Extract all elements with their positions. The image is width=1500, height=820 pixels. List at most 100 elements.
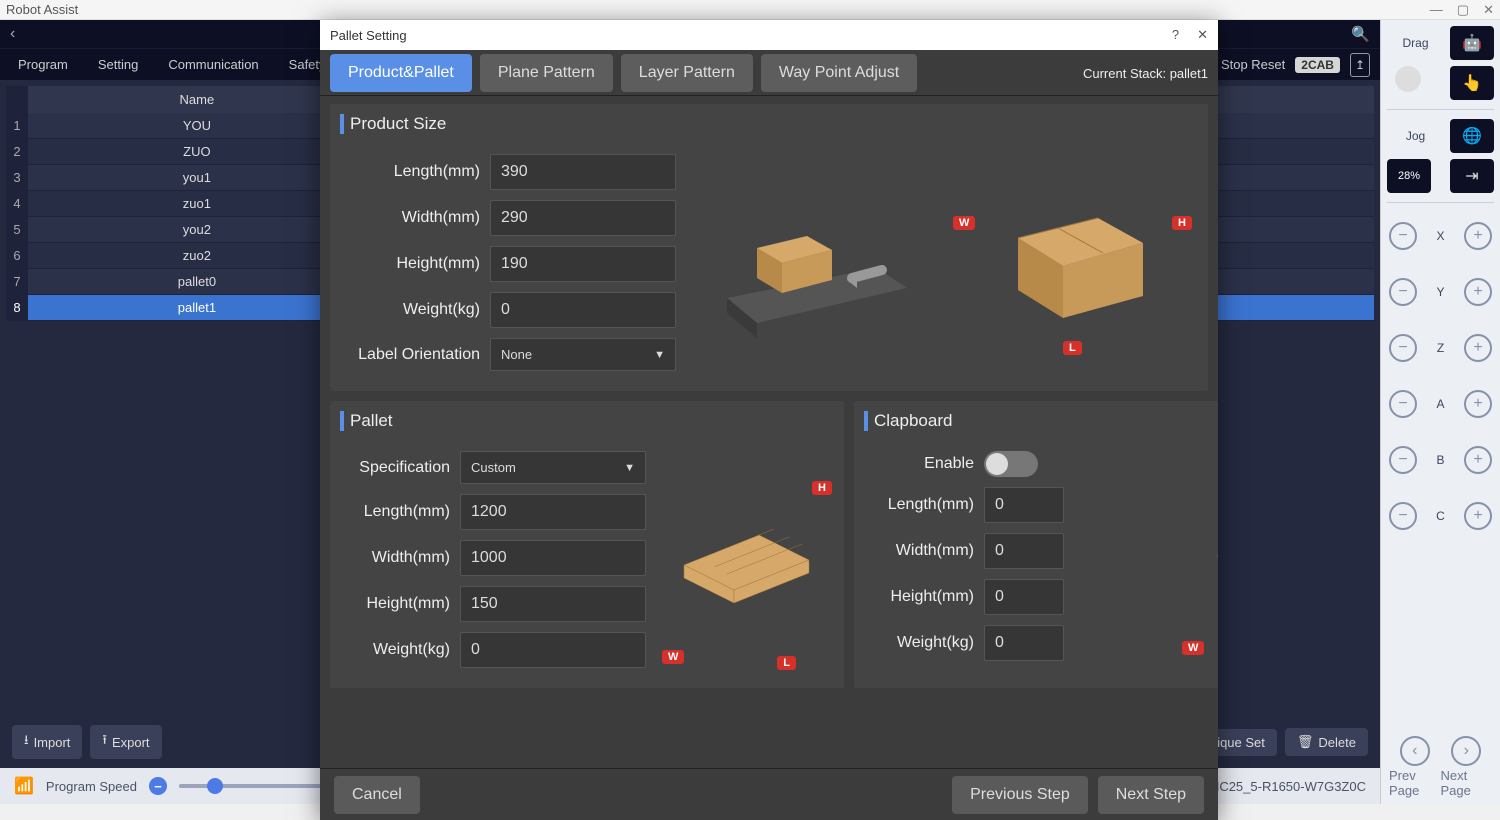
os-minimize[interactable]: —	[1430, 2, 1443, 18]
modal-titlebar: Pallet Setting ? ✕	[320, 20, 1218, 50]
robot-icon[interactable]: 🤖	[1450, 26, 1494, 60]
axis-minus-button[interactable]: −	[1389, 446, 1417, 474]
product-height-input[interactable]	[490, 246, 676, 282]
tab-way-point-adjust[interactable]: Way Point Adjust	[761, 54, 917, 92]
menu-item-communication[interactable]: Communication	[160, 53, 266, 76]
pallet-spec-select[interactable]: Custom▼	[460, 451, 646, 484]
touch-icon[interactable]: 👆	[1450, 66, 1494, 100]
axis-minus-button[interactable]: −	[1389, 334, 1417, 362]
axis-label: Z	[1437, 341, 1444, 355]
tab-product-pallet[interactable]: Product&Pallet	[330, 54, 472, 92]
clapboard-height-input[interactable]	[984, 579, 1064, 615]
axis-plus-button[interactable]: +	[1464, 222, 1492, 250]
product-weight-input[interactable]	[490, 292, 676, 328]
axis-label: C	[1436, 509, 1445, 523]
conveyor-illustration	[686, 144, 937, 381]
chevron-down-icon: ▼	[624, 462, 635, 474]
drag-label: Drag	[1387, 26, 1444, 60]
axis-plus-button[interactable]: +	[1464, 390, 1492, 418]
modal-help-button[interactable]: ?	[1172, 27, 1179, 43]
tab-layer-pattern[interactable]: Layer Pattern	[621, 54, 753, 92]
pallet-panel: Pallet Specification Custom▼ Length(mm) …	[330, 401, 844, 688]
clapboard-enable-toggle[interactable]	[984, 451, 1038, 477]
speed-slider-thumb[interactable]	[207, 778, 223, 794]
export-button[interactable]: ⭱ Export	[90, 725, 161, 759]
axis-row-b: − B +	[1387, 442, 1494, 478]
axis-plus-button[interactable]: +	[1464, 446, 1492, 474]
label-orientation-select[interactable]: None▼	[490, 338, 676, 371]
clapboard-title: Clapboard	[864, 411, 1218, 431]
os-close[interactable]: ✕	[1483, 2, 1494, 18]
axis-plus-button[interactable]: +	[1464, 278, 1492, 306]
axis-minus-button[interactable]: −	[1389, 278, 1417, 306]
menu-item-program[interactable]: Program	[10, 53, 76, 76]
prev-page-button[interactable]: ‹Prev Page	[1389, 736, 1441, 798]
axis-row-z: − Z +	[1387, 330, 1494, 366]
axis-row-x: − X +	[1387, 218, 1494, 254]
back-button[interactable]: ‹	[10, 25, 15, 43]
axis-minus-button[interactable]: −	[1389, 390, 1417, 418]
os-title: Robot Assist	[6, 2, 78, 17]
chevron-down-icon: ▼	[654, 349, 665, 361]
product-size-panel: Product Size Length(mm) Width(mm) Height…	[330, 104, 1208, 391]
wifi-icon[interactable]: 📶	[14, 776, 34, 796]
speed-slider[interactable]	[179, 784, 339, 788]
import-button[interactable]: ⭳ Import	[12, 725, 82, 759]
clapboard-illustration: H W L	[1178, 441, 1218, 671]
axis-row-c: − C +	[1387, 498, 1494, 534]
axis-row-y: − Y +	[1387, 274, 1494, 310]
pallet-illustration: H W L	[654, 441, 834, 678]
clapboard-width-input[interactable]	[984, 533, 1064, 569]
table-header[interactable]: Name	[28, 86, 366, 113]
modal-close-button[interactable]: ✕	[1197, 27, 1208, 43]
export-box-icon[interactable]: ↥	[1350, 53, 1370, 77]
pallet-setting-modal: Pallet Setting ? ✕ Product&PalletPlane P…	[320, 20, 1218, 820]
speed-decrease-button[interactable]: −	[149, 777, 167, 795]
l-tag: L	[777, 656, 796, 670]
h-tag: H	[1172, 216, 1192, 230]
next-page-button[interactable]: ›Next Page	[1441, 736, 1493, 798]
product-length-input[interactable]	[490, 154, 676, 190]
delete-button[interactable]: 🗑 Delete	[1285, 728, 1368, 756]
globe-icon[interactable]: 🌐	[1450, 119, 1494, 153]
cancel-button[interactable]: Cancel	[334, 776, 420, 814]
next-step-button[interactable]: Next Step	[1098, 776, 1204, 814]
clapboard-panel: Clapboard Enable Length(mm) Width(mm) He…	[854, 401, 1218, 688]
pallet-weight-input[interactable]	[460, 632, 646, 668]
jog-panel: Drag 🤖 👆 Jog 🌐 28% ⇥ −X+−Y+−Z+−A+−B+−C+ …	[1380, 20, 1500, 804]
speed-label: Program Speed	[46, 779, 137, 794]
axis-row-a: − A +	[1387, 386, 1494, 422]
pallet-height-input[interactable]	[460, 586, 646, 622]
menu-item-setting[interactable]: Setting	[90, 53, 146, 76]
h-tag: H	[812, 481, 832, 495]
axis-minus-button[interactable]: −	[1389, 502, 1417, 530]
current-stack-label: Current Stack: pallet1	[1083, 63, 1208, 83]
l-tag: L	[1063, 341, 1082, 355]
axis-label: A	[1436, 397, 1444, 411]
w-tag: W	[953, 216, 975, 230]
clapboard-weight-input[interactable]	[984, 625, 1064, 661]
pallet-width-input[interactable]	[460, 540, 646, 576]
modal-title: Pallet Setting	[330, 28, 407, 43]
tag-indicator[interactable]: 2CAB	[1295, 57, 1340, 73]
search-icon[interactable]: 🔍	[1351, 25, 1370, 43]
os-titlebar: Robot Assist — ▢ ✕	[0, 0, 1500, 20]
jog-percent[interactable]: 28%	[1387, 159, 1431, 193]
pallet-length-input[interactable]	[460, 494, 646, 530]
w-tag: W	[662, 650, 684, 664]
fast-forward-icon[interactable]: ⇥	[1450, 159, 1494, 193]
axis-minus-button[interactable]: −	[1389, 222, 1417, 250]
box-dimensions-illustration: W L H	[947, 144, 1198, 381]
os-maximize[interactable]: ▢	[1457, 2, 1469, 18]
axis-label: Y	[1436, 285, 1444, 299]
previous-step-button[interactable]: Previous Step	[952, 776, 1088, 814]
axis-label: X	[1436, 229, 1444, 243]
axis-plus-button[interactable]: +	[1464, 334, 1492, 362]
axis-plus-button[interactable]: +	[1464, 502, 1492, 530]
blank-indicator	[1395, 66, 1421, 92]
product-width-input[interactable]	[490, 200, 676, 236]
axis-label: B	[1436, 453, 1444, 467]
w-tag: W	[1182, 641, 1204, 655]
tab-plane-pattern[interactable]: Plane Pattern	[480, 54, 613, 92]
clapboard-length-input[interactable]	[984, 487, 1064, 523]
